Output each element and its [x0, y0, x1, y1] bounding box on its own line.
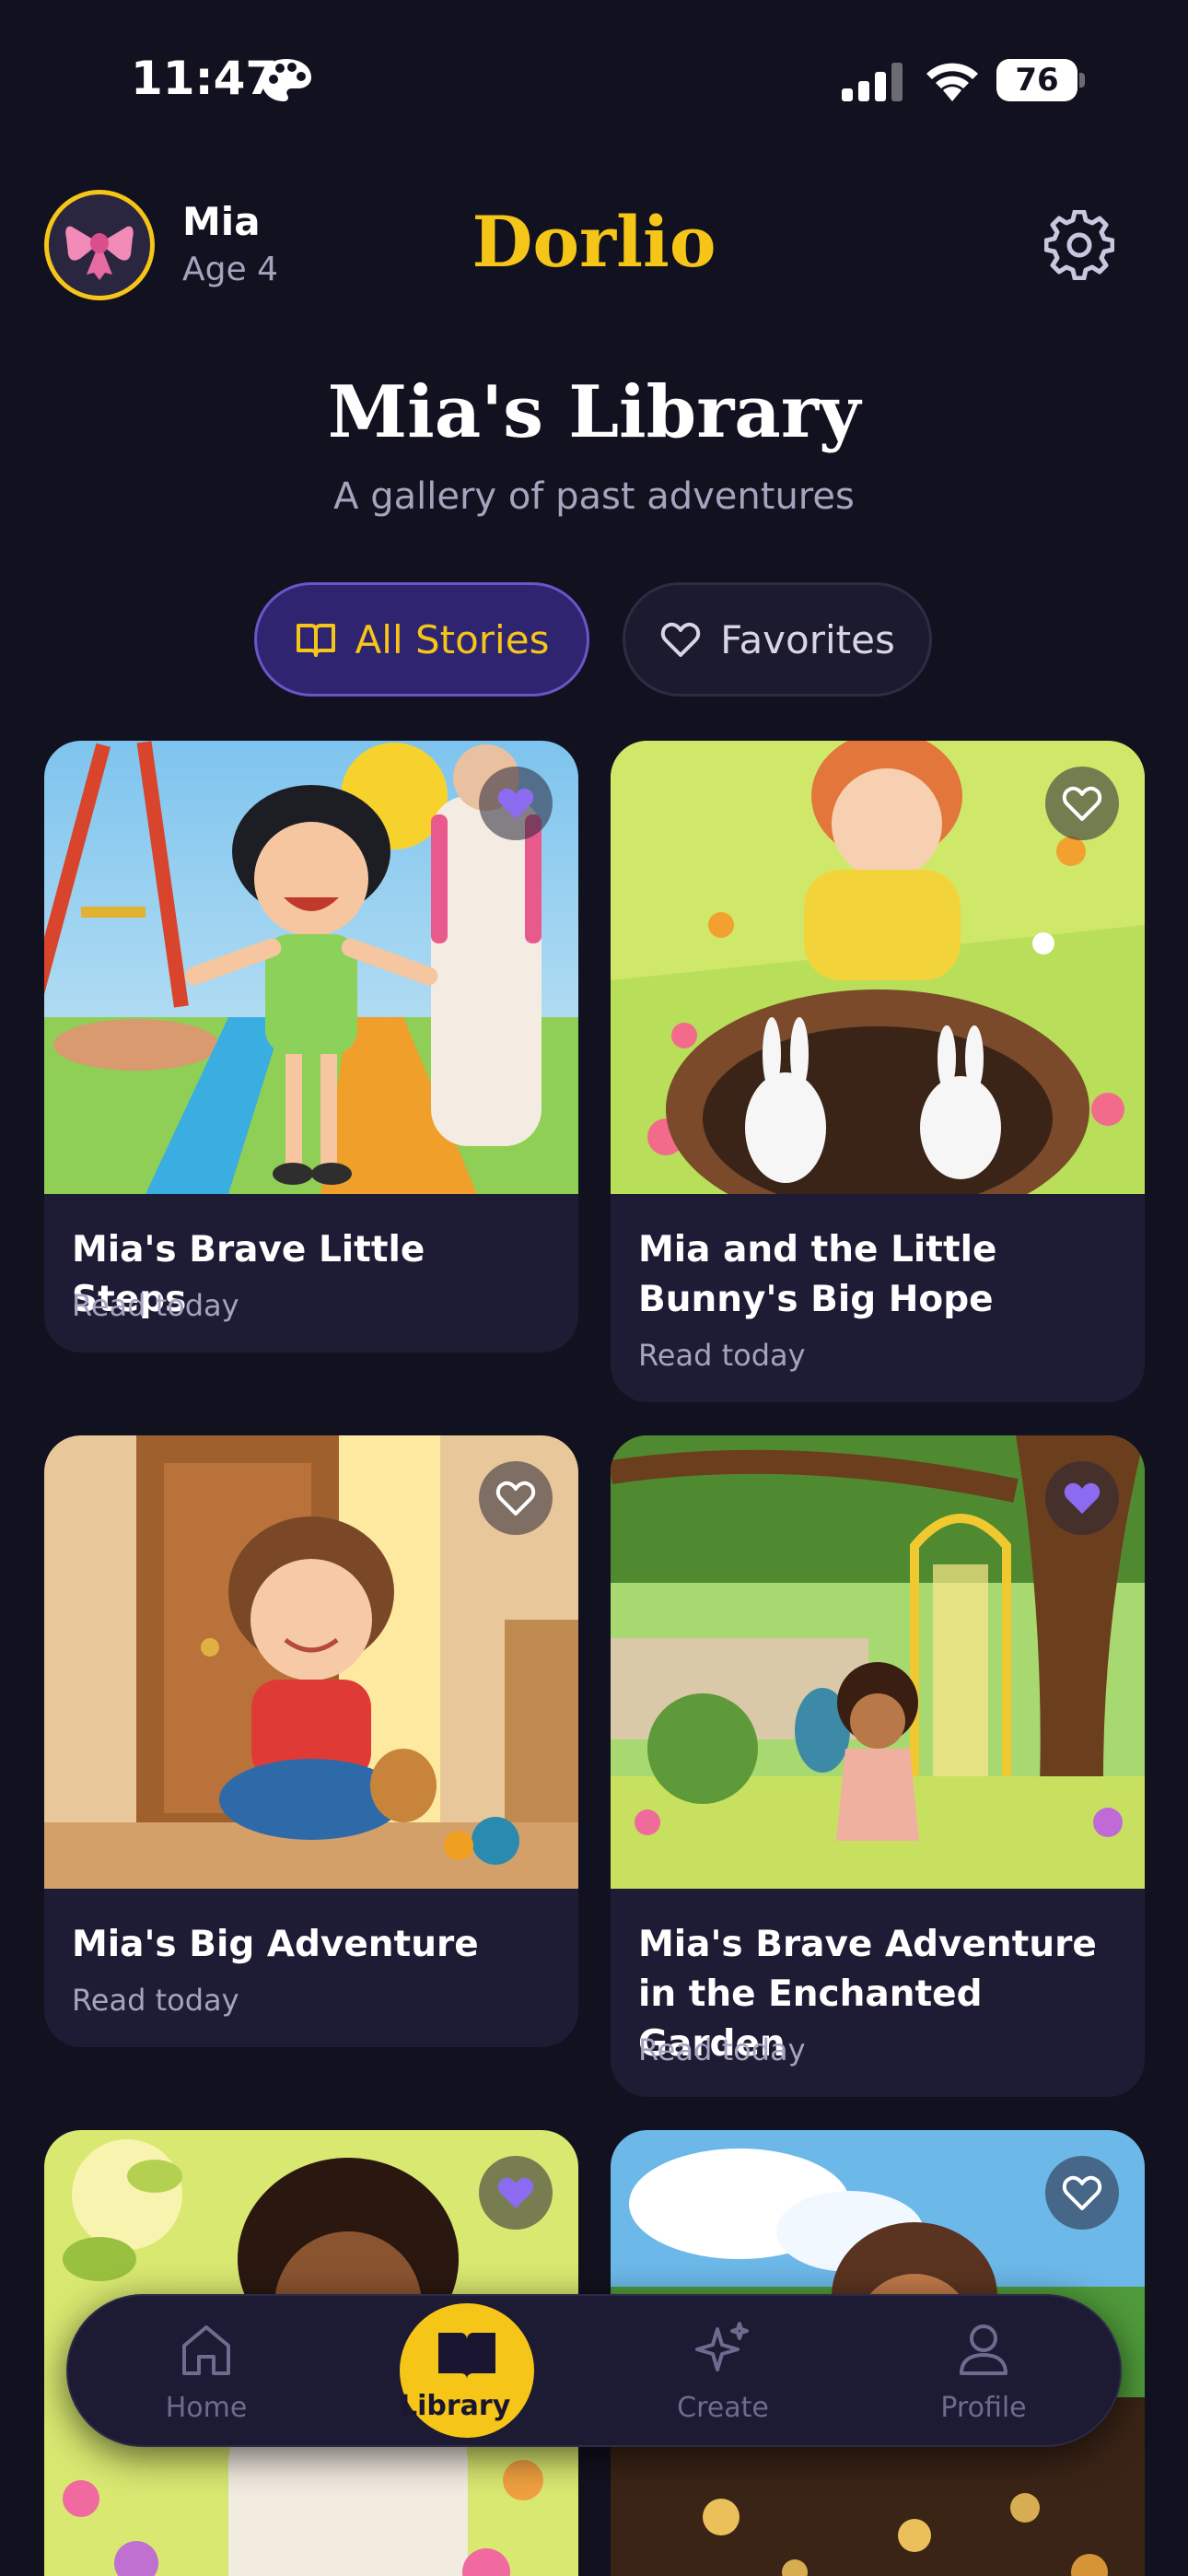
favorite-toggle[interactable] [1045, 2156, 1119, 2230]
status-bar: 11:47 76 [0, 0, 1188, 157]
nav-create[interactable]: Create [631, 2296, 815, 2449]
gear-icon[interactable] [1044, 210, 1114, 280]
heart-filled-icon [497, 2177, 534, 2208]
nav-home[interactable]: Home [114, 2296, 298, 2449]
story-meta: Read today [72, 1983, 239, 2018]
filter-favorites-label: Favorites [720, 616, 895, 662]
book-icon [438, 2333, 495, 2379]
story-card[interactable]: Mia's Brave Adventure in the Enchanted G… [611, 1435, 1145, 2097]
heart-outline-icon [1062, 786, 1102, 821]
home-icon [182, 2325, 230, 2375]
story-meta: Read today [638, 1338, 806, 1373]
filter-all-stories[interactable]: All Stories [254, 582, 589, 697]
story-card[interactable]: Mia's Brave Little Steps Read today [44, 741, 578, 1352]
story-meta: Read today [638, 2032, 806, 2067]
wifi-icon [926, 63, 978, 101]
favorite-toggle[interactable] [479, 1461, 553, 1535]
filter-favorites[interactable]: Favorites [623, 582, 932, 697]
heart-outline-icon [1062, 2175, 1102, 2210]
sparkle-icon [695, 2322, 749, 2371]
page-subtitle: A gallery of past adventures [333, 475, 855, 518]
story-card[interactable]: Mia's Big Adventure Read today [44, 1435, 578, 2047]
signal-icon [842, 63, 903, 101]
story-card[interactable]: Mia and the Little Bunny's Big Hope Read… [611, 741, 1145, 1402]
story-meta: Read today [72, 1288, 239, 1323]
story-title: Mia's Big Adventure [72, 1924, 479, 1965]
book-open-icon [296, 624, 335, 657]
nav-create-label: Create [677, 2392, 769, 2424]
story-title: Mia and the Little Bunny's Big Hope [638, 1229, 997, 1320]
status-time: 11:47 [131, 52, 278, 105]
favorite-toggle[interactable] [1045, 1461, 1119, 1535]
nav-library-label: Library [400, 2390, 511, 2422]
battery-level: 76 [996, 59, 1077, 101]
favorite-toggle[interactable] [479, 767, 553, 840]
heart-filled-icon [497, 788, 534, 819]
person-icon [960, 2324, 1007, 2375]
nav-profile[interactable]: Profile [891, 2296, 1076, 2449]
favorite-toggle[interactable] [1045, 767, 1119, 840]
nav-profile-label: Profile [940, 2392, 1027, 2424]
favorite-toggle[interactable] [479, 2156, 553, 2230]
heart-outline-icon [495, 1481, 536, 1516]
heart-filled-icon [1064, 1482, 1101, 1514]
brand-logo: Dorlio [472, 201, 716, 283]
battery-icon: 76 [996, 59, 1085, 101]
bottom-nav: Home Library Create Profile [66, 2294, 1122, 2447]
filter-all-label: All Stories [355, 616, 550, 662]
heart-outline-icon [660, 622, 701, 657]
nav-home-label: Home [165, 2392, 248, 2424]
nav-library[interactable]: Library [400, 2303, 534, 2438]
palette-icon [262, 59, 311, 101]
page-title: Mia's Library [327, 370, 861, 454]
